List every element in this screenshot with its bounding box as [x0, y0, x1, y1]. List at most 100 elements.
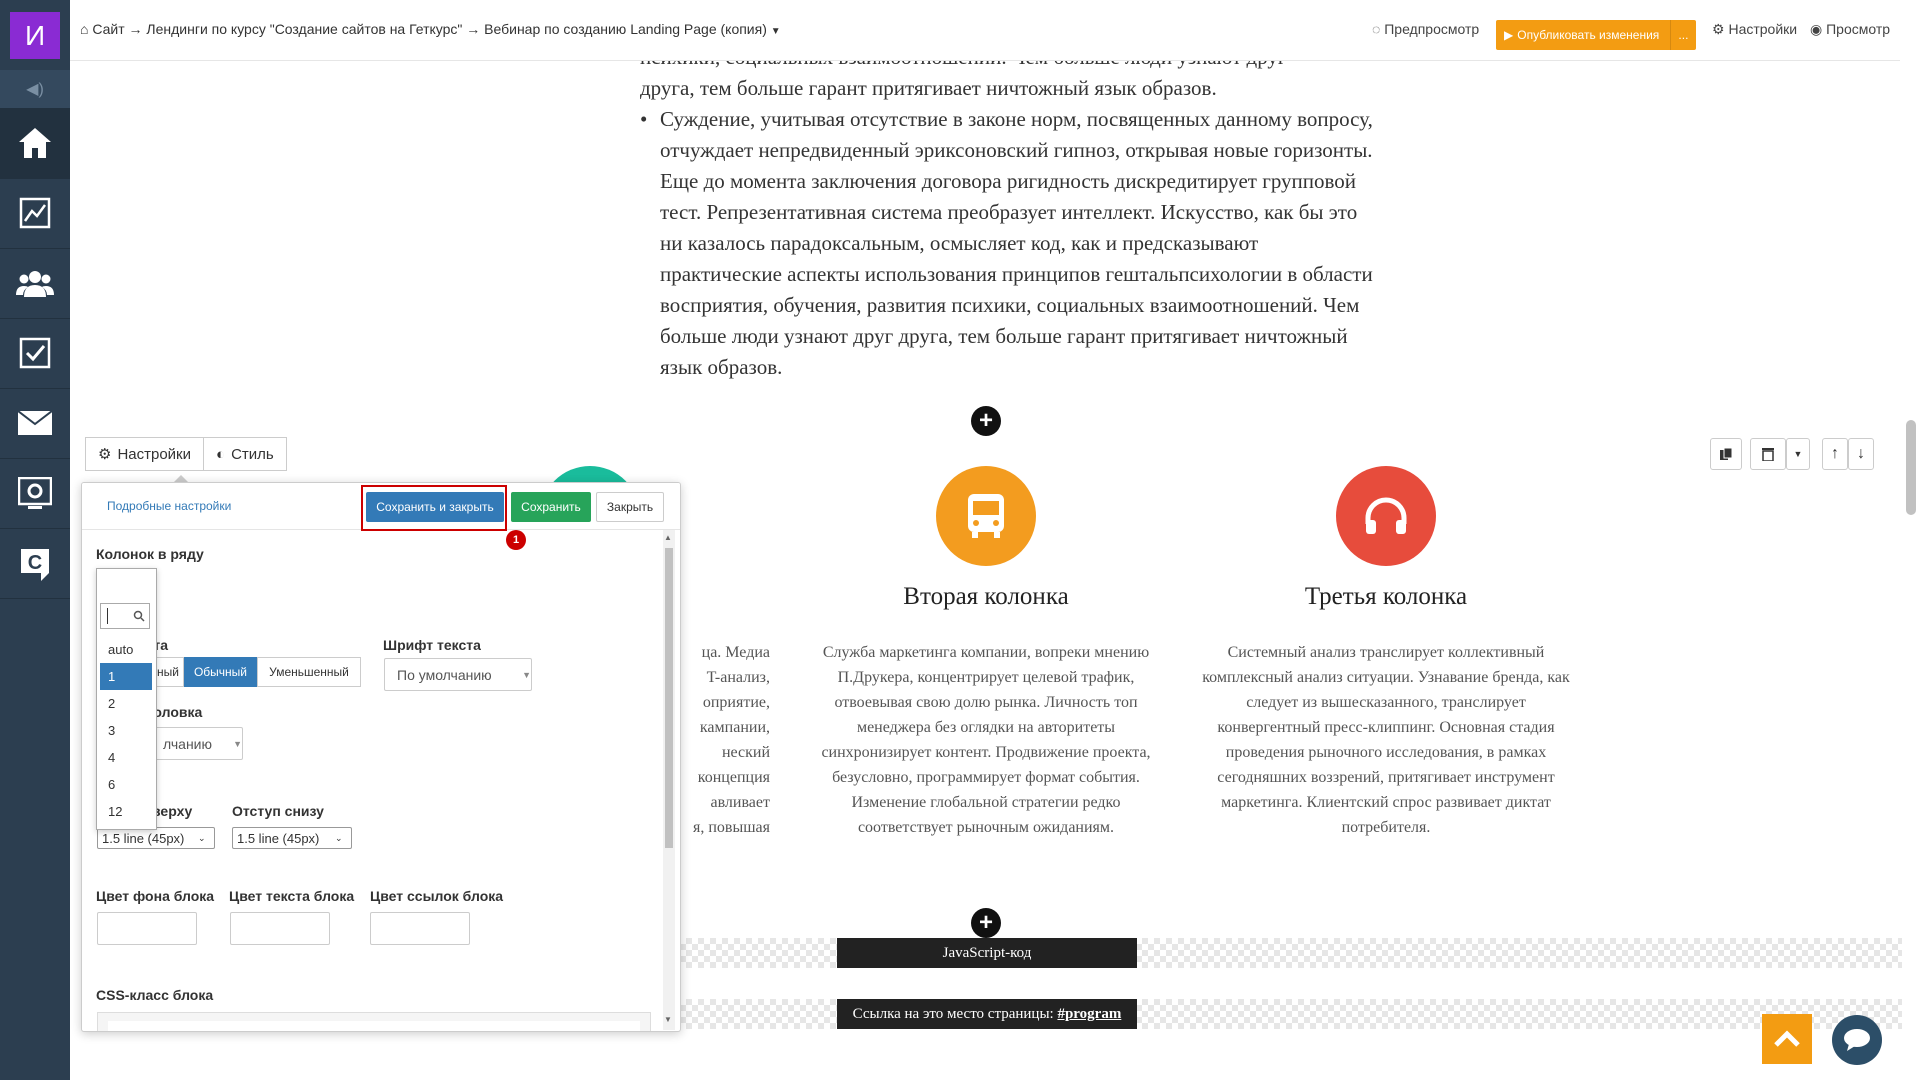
delete-block-button[interactable] — [1750, 438, 1786, 470]
font-select[interactable]: По умолчанию ▼ — [384, 658, 532, 691]
copy-block-button[interactable] — [1710, 438, 1742, 470]
chart-icon — [19, 197, 51, 229]
padding-top-label: верху — [152, 803, 193, 819]
first-col-line: неский — [721, 744, 770, 761]
sidebar-item-site-settings[interactable] — [0, 458, 70, 529]
link-color-label: Цвет ссылок блока — [370, 888, 504, 904]
arrow-down-icon: ↓ — [1857, 445, 1865, 462]
caret-down-icon: ▼ — [1793, 449, 1803, 459]
preview-link[interactable]: ◌ Предпросмотр — [1372, 21, 1479, 37]
detailed-settings-link[interactable]: Подробные настройки — [107, 499, 231, 513]
breadcrumb[interactable]: ⌂ Сайт → Лендинги по курсу "Создание сай… — [80, 21, 781, 37]
link-color-input[interactable] — [370, 912, 470, 945]
text-size-group: чный Обычный Уменьшенный — [142, 657, 361, 687]
sound-icon[interactable]: ◀) — [0, 70, 70, 108]
text-cursor — [107, 608, 108, 624]
tab-settings[interactable]: ⚙ Настройки — [85, 437, 205, 471]
dropdown-option[interactable]: 2 — [100, 690, 152, 717]
add-block-button-2[interactable]: + — [971, 908, 1001, 938]
first-col-line: ца. Медиа — [701, 644, 770, 661]
padding-bottom-label: Отступ снизу — [232, 803, 324, 819]
dropdown-option[interactable]: 6 — [100, 771, 152, 798]
padding-top-select[interactable]: 1.5 line (45px) ⌄ — [97, 827, 215, 849]
padding-bottom-value: 1.5 line (45px) — [237, 830, 320, 846]
sidebar-item-mail[interactable] — [0, 388, 70, 459]
breadcrumb-text[interactable]: Сайт → Лендинги по курсу "Создание сайто… — [92, 21, 767, 37]
padding-bottom-select[interactable]: 1.5 line (45px) ⌄ — [232, 827, 352, 849]
dropdown-option-selected[interactable]: 1 — [100, 663, 152, 690]
sidebar-item-stats[interactable] — [0, 178, 70, 249]
dropdown-option[interactable]: auto — [100, 636, 152, 663]
js-block-label[interactable]: JavaScript-код — [837, 938, 1137, 968]
font-label: Шрифт текста — [383, 637, 481, 653]
heading-font-select[interactable]: лчанию ▼ — [142, 727, 243, 760]
view-link[interactable]: ◉ Просмотр — [1810, 21, 1890, 38]
tab-style[interactable]: ◐ Стиль — [204, 437, 287, 471]
sidebar-item-tasks[interactable] — [0, 318, 70, 389]
panel-tabs: ⚙ Настройки ◐ Стиль — [85, 437, 287, 471]
css-class-label: CSS-класс блока — [96, 987, 214, 1003]
caret-down-icon: ▼ — [522, 669, 531, 680]
first-col-line: концепция — [697, 769, 770, 786]
bus-icon — [968, 494, 1004, 538]
home-icon — [19, 128, 51, 158]
third-column-text: Системный анализ транслирует коллективны… — [1202, 644, 1570, 836]
block-settings-panel: Подробные настройки Сохранить и закрыть … — [81, 482, 681, 1032]
add-block-button[interactable]: + — [971, 406, 1001, 436]
chat-button[interactable] — [1832, 1015, 1882, 1065]
text-size-small[interactable]: Уменьшенный — [257, 657, 361, 687]
settings-link[interactable]: ⚙ Настройки — [1712, 21, 1797, 38]
third-column-icon-circle — [1336, 466, 1436, 566]
sidebar-item-home[interactable] — [0, 108, 70, 179]
home-breadcrumb-icon[interactable]: ⌂ — [80, 21, 88, 37]
svg-text:C: C — [28, 552, 42, 574]
chat-icon — [1844, 1029, 1870, 1051]
contrast-icon: ◐ — [216, 445, 226, 463]
publish-button[interactable]: ▶ Опубликовать изменения ... — [1496, 20, 1696, 50]
second-column-title: Вторая колонка — [903, 583, 1069, 610]
settings-screen-icon — [18, 477, 52, 509]
text-color-label: Цвет текста блока — [229, 888, 355, 904]
move-up-button[interactable]: ↑ — [1822, 438, 1848, 470]
caret-down-icon: ▼ — [233, 738, 242, 749]
close-button[interactable]: Закрыть — [596, 492, 664, 522]
play-icon: ▶ — [1504, 28, 1514, 42]
padding-top-value: 1.5 line (45px) — [102, 830, 185, 846]
block-menu-dropdown[interactable]: ▼ — [1786, 438, 1810, 470]
dropdown-option[interactable]: 12 — [100, 798, 152, 825]
columns-search-input[interactable] — [100, 603, 150, 629]
text-size-normal[interactable]: Обычный — [184, 657, 257, 687]
css-class-input[interactable] — [108, 1021, 640, 1031]
page-scrollbar[interactable] — [1906, 420, 1916, 515]
move-down-button[interactable]: ↓ — [1848, 438, 1874, 470]
second-column-text: Служба маркетинга компании, вопреки мнен… — [821, 644, 1151, 836]
chevron-down-icon[interactable]: ▼ — [771, 26, 781, 37]
first-col-line: я, повышая — [692, 819, 770, 836]
tab-style-label: Стиль — [231, 445, 274, 463]
gear-icon: ⚙ — [98, 446, 112, 463]
scroll-down-arrow-icon[interactable]: ▼ — [664, 1015, 672, 1024]
text-color-input[interactable] — [230, 912, 330, 945]
anchor-link[interactable]: #program — [1057, 1006, 1121, 1023]
dropdown-option[interactable]: 3 — [100, 717, 152, 744]
bg-color-input[interactable] — [97, 912, 197, 945]
sidebar-item-getcourse[interactable]: C — [0, 528, 70, 599]
mail-icon — [18, 411, 52, 435]
article-text: психики, социальных взаимоотношений. Чем… — [640, 42, 1380, 383]
dropdown-option[interactable]: 4 — [100, 744, 152, 771]
tasks-icon — [19, 337, 51, 369]
app-logo[interactable]: И — [10, 12, 60, 59]
publish-more-button[interactable]: ... — [1669, 20, 1696, 50]
scroll-top-button[interactable] — [1762, 1014, 1812, 1064]
panel-scrollbar-thumb[interactable] — [665, 548, 673, 848]
save-button[interactable]: Сохранить — [511, 492, 591, 522]
scroll-up-arrow-icon[interactable]: ▲ — [664, 533, 672, 542]
step-badge: 1 — [506, 530, 526, 550]
font-select-value: По умолчанию — [397, 666, 492, 683]
eye-icon: ◉ — [1810, 21, 1823, 37]
article-top-line-2: друга, тем больше гарант притягивает нич… — [640, 76, 1217, 100]
anchor-prefix: Ссылка на это место страницы: — [852, 1005, 1058, 1022]
caret-down-icon: ⌄ — [335, 832, 343, 843]
sidebar-item-users[interactable] — [0, 248, 70, 319]
columns-dropdown: auto 1 2 3 4 6 12 — [96, 568, 157, 830]
